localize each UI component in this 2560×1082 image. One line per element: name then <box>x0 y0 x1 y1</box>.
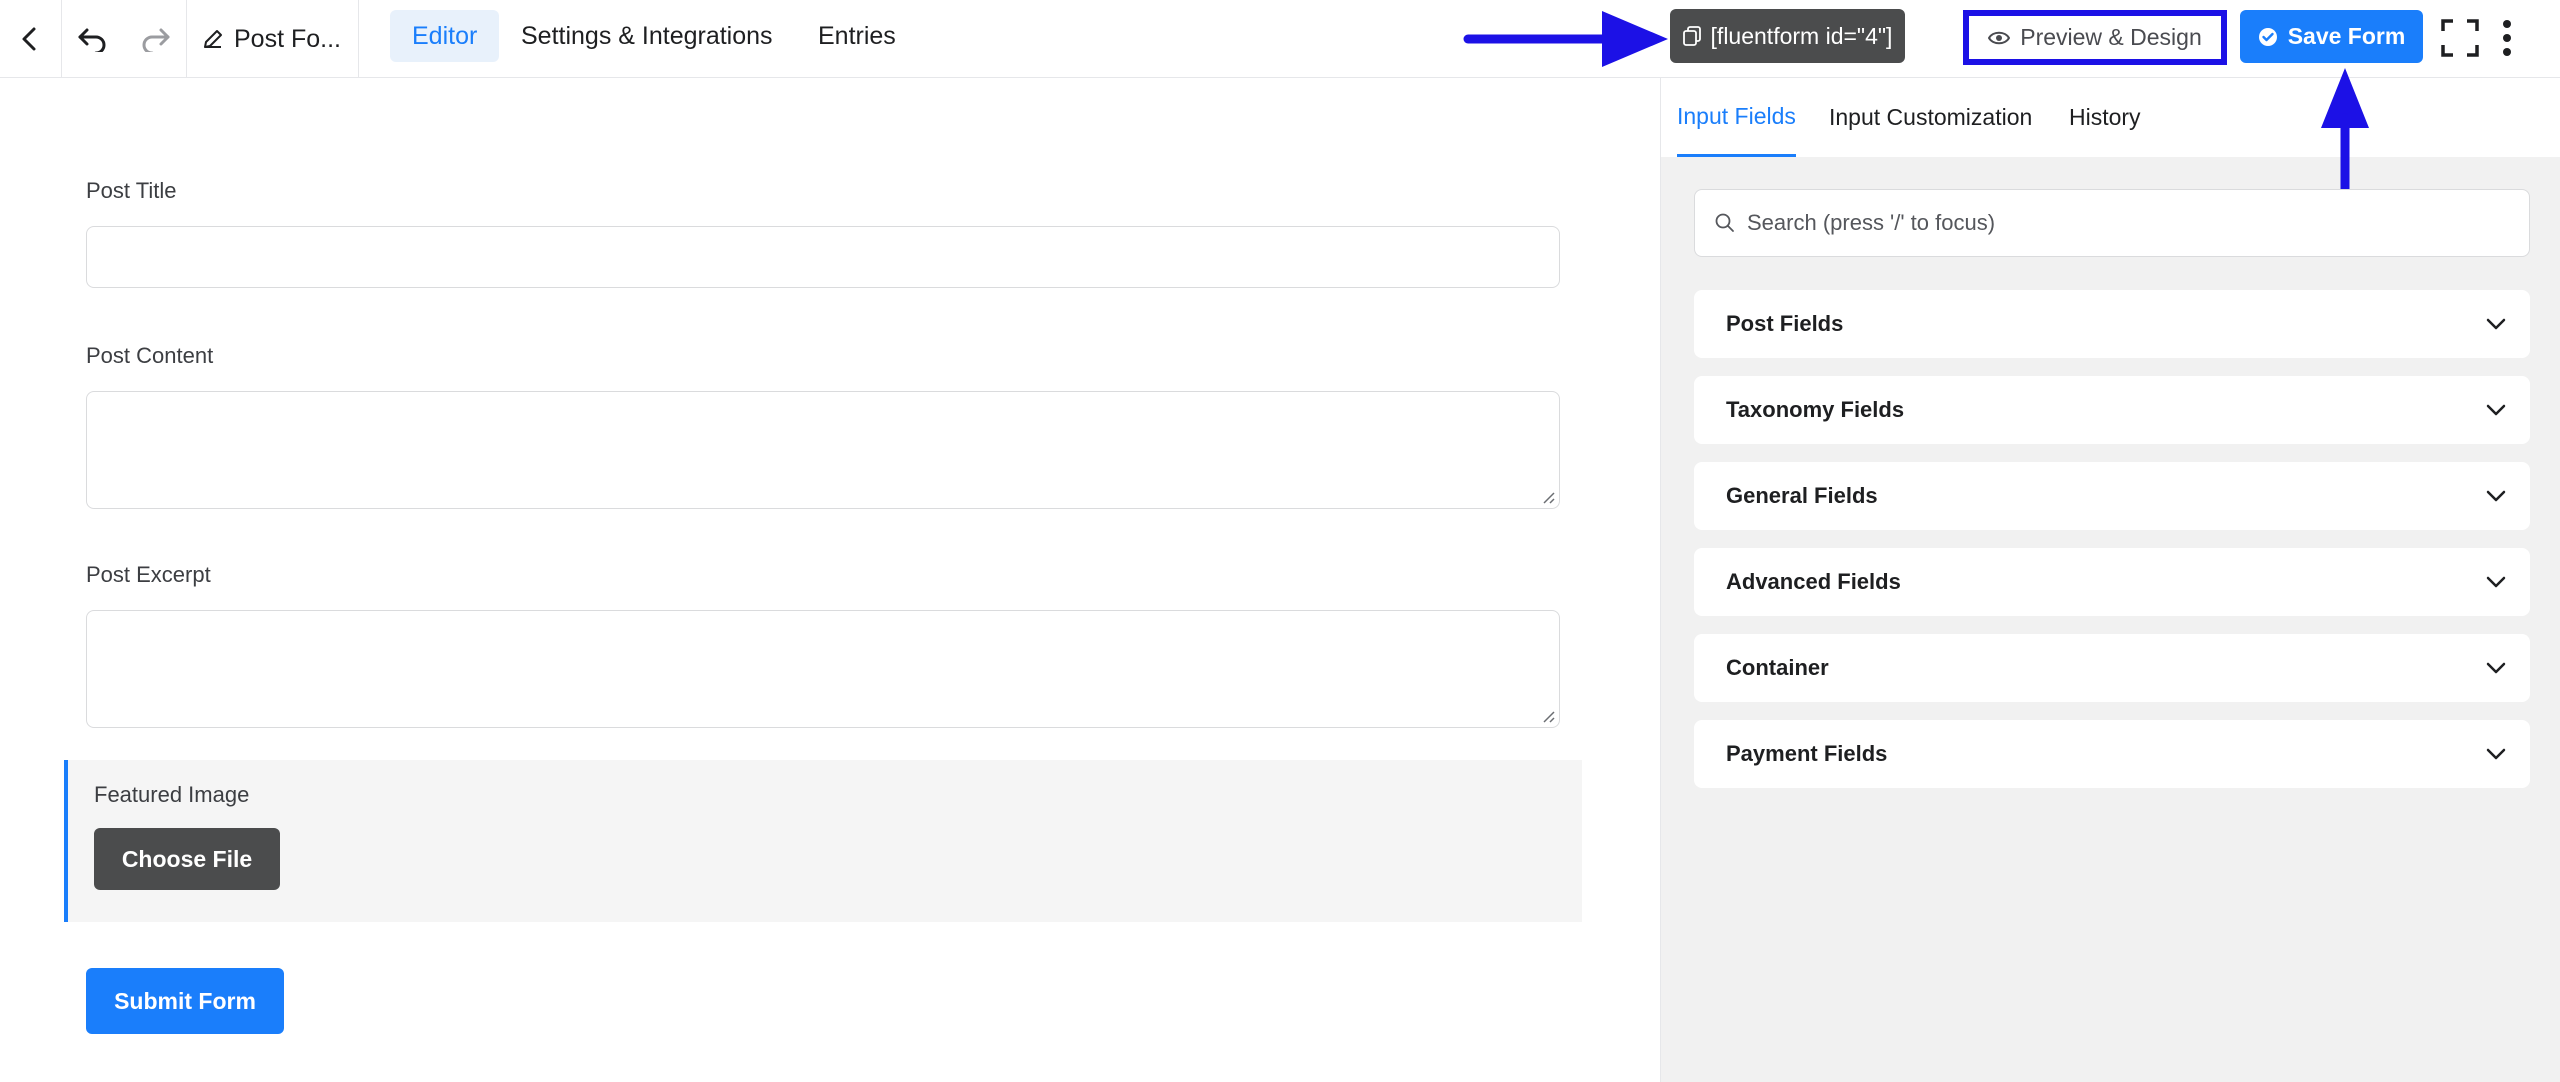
post-excerpt-textarea[interactable] <box>86 610 1560 728</box>
sidebar-tabs: Input Fields Input Customization History <box>1661 78 2560 157</box>
featured-image-field[interactable]: Featured Image Choose File <box>64 760 1582 922</box>
submit-form-button[interactable]: Submit Form <box>86 968 284 1034</box>
tab-entries[interactable]: Entries <box>796 10 918 62</box>
post-content-textarea[interactable] <box>86 391 1560 509</box>
tab-editor[interactable]: Editor <box>390 10 500 62</box>
back-button[interactable] <box>0 0 60 78</box>
accordion-label: Payment Fields <box>1726 741 1888 766</box>
chevron-down-icon <box>2486 490 2506 502</box>
accordion-label: Post Fields <box>1726 311 1844 336</box>
arrow-right-icon <box>1463 11 1668 67</box>
search-icon <box>1715 213 1734 232</box>
resize-handle-icon[interactable] <box>1541 490 1555 504</box>
top-toolbar: Post Fo... Editor Settings & Integration… <box>0 0 2560 78</box>
accordion-container[interactable]: Container <box>1694 634 2530 702</box>
check-circle-icon <box>2258 27 2277 46</box>
divider <box>186 0 187 78</box>
chevron-down-icon <box>2486 748 2506 760</box>
resize-handle-icon[interactable] <box>1541 709 1555 723</box>
pencil-icon <box>204 30 222 48</box>
undo-button[interactable] <box>62 0 122 78</box>
tab-input-fields[interactable]: Input Fields <box>1677 78 1796 157</box>
post-title-input[interactable] <box>86 226 1560 288</box>
field-search-input[interactable] <box>1747 210 2507 236</box>
preview-design-label: Preview & Design <box>2020 24 2202 50</box>
form-editor-canvas: Post Title Post Content Post Excerpt Fea… <box>0 78 1660 1082</box>
tab-input-customization[interactable]: Input Customization <box>1829 78 2032 157</box>
field-search-box[interactable] <box>1694 189 2530 257</box>
chevron-down-icon <box>2486 576 2506 588</box>
redo-button[interactable] <box>126 0 186 78</box>
accordion-payment-fields[interactable]: Payment Fields <box>1694 720 2530 788</box>
shortcode-copy-button[interactable]: [fluentform id="4"] <box>1670 9 1905 63</box>
chevron-left-icon <box>22 27 36 51</box>
accordion-post-fields[interactable]: Post Fields <box>1694 290 2530 358</box>
choose-file-button[interactable]: Choose File <box>94 828 280 890</box>
accordion-taxonomy-fields[interactable]: Taxonomy Fields <box>1694 376 2530 444</box>
chevron-down-icon <box>2486 318 2506 330</box>
shortcode-text: [fluentform id="4"] <box>1710 22 1893 49</box>
preview-design-button[interactable]: Preview & Design <box>1963 10 2227 65</box>
accordion-label: Advanced Fields <box>1726 569 1901 594</box>
tab-settings-integrations[interactable]: Settings & Integrations <box>499 10 795 62</box>
accordion-label: Taxonomy Fields <box>1726 397 1905 422</box>
fields-sidebar: Input Fields Input Customization History… <box>1660 68 2560 1082</box>
accordion-general-fields[interactable]: General Fields <box>1694 462 2530 530</box>
chevron-down-icon <box>2486 404 2506 416</box>
form-title[interactable]: Post Fo... <box>188 0 358 78</box>
form-title-text: Post Fo... <box>234 24 341 53</box>
accordion-advanced-fields[interactable]: Advanced Fields <box>1694 548 2530 616</box>
divider <box>358 0 359 78</box>
eye-icon <box>1988 31 2011 44</box>
post-excerpt-label: Post Excerpt <box>86 562 211 587</box>
copy-icon <box>1682 26 1701 46</box>
fullscreen-icon[interactable] <box>2440 18 2480 58</box>
save-form-label: Save Form <box>2287 23 2406 49</box>
arrow-up-icon <box>2321 68 2369 203</box>
accordion-label: General Fields <box>1726 483 1878 508</box>
undo-icon <box>78 28 106 52</box>
featured-image-label: Featured Image <box>94 782 250 807</box>
tab-history[interactable]: History <box>2069 78 2141 157</box>
post-content-label: Post Content <box>86 343 214 368</box>
more-vertical-icon[interactable] <box>2495 16 2519 60</box>
post-title-label: Post Title <box>86 178 177 203</box>
save-form-button[interactable]: Save Form <box>2240 10 2423 63</box>
accordion-label: Container <box>1726 655 1829 680</box>
chevron-down-icon <box>2486 662 2506 674</box>
redo-icon <box>142 28 170 52</box>
